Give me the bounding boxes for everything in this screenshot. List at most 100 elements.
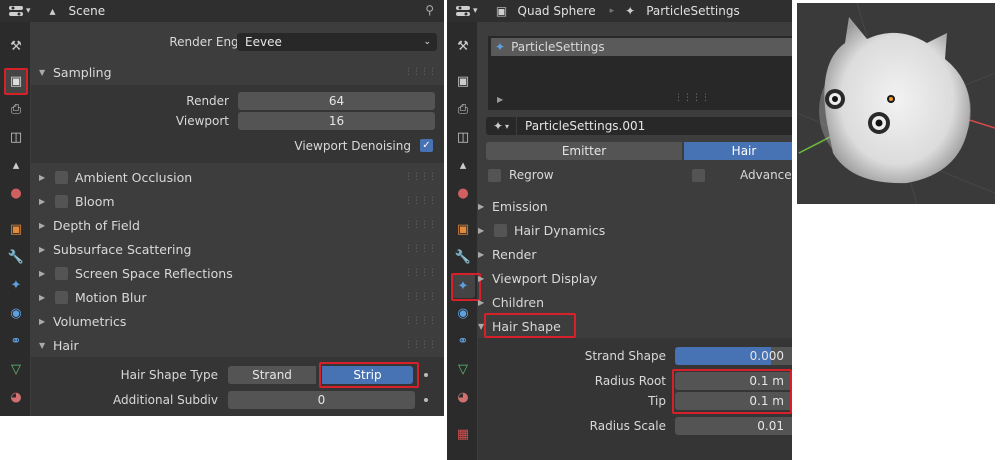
physics-icon: ◉ — [10, 305, 22, 321]
render-samples-field[interactable]: 64 — [238, 92, 435, 110]
ssr-checkbox[interactable] — [55, 266, 68, 280]
browse-particle-settings[interactable]: ✦ ▾ — [486, 117, 516, 135]
tab-scene[interactable]: ▴ — [4, 153, 28, 177]
tab-tool[interactable]: ⚒ — [4, 34, 28, 58]
render-engine-dropdown[interactable]: Eevee ⌄ — [237, 33, 437, 51]
screen-space-reflections-section[interactable]: ▶ Screen Space Reflections ⋮⋮⋮⋮ — [31, 261, 444, 285]
motion-blur-checkbox[interactable] — [55, 290, 68, 304]
drag-handle-icon[interactable]: ⋮⋮⋮⋮ — [404, 292, 437, 302]
viewport-denoising-checkbox[interactable]: ✓ — [420, 139, 433, 152]
expanded-icon: ▼ — [478, 321, 485, 331]
editor-type-selector[interactable]: ▾ — [0, 0, 31, 22]
regrow-checkbox[interactable] — [488, 169, 501, 182]
properties-header: ▾ ▣ Quad Sphere ▸ ✦ ParticleSettings — [447, 0, 792, 22]
context-breadcrumb: ▴ Scene — [45, 4, 106, 18]
hair-dynamics-checkbox[interactable] — [494, 223, 507, 237]
tab-render[interactable]: ▣ — [4, 69, 28, 93]
keyframe-dot-icon[interactable] — [424, 398, 428, 402]
children-section[interactable]: ▶ Children — [470, 290, 792, 314]
emission-section[interactable]: ▶ Emission — [470, 194, 792, 218]
object-icon: ▣ — [9, 221, 23, 237]
hair-shape-strand-option[interactable]: Strand — [228, 366, 316, 384]
drag-handle-icon[interactable]: ⋮⋮⋮⋮ — [404, 340, 437, 350]
tab-material[interactable]: ◕ — [4, 385, 28, 409]
sampling-section-header[interactable]: ▼ Sampling ⋮⋮⋮⋮ — [31, 60, 444, 84]
viewport-display-section[interactable]: ▶ Viewport Display — [470, 266, 792, 290]
hair-section-header[interactable]: ▼ Hair ⋮⋮⋮⋮ — [31, 333, 444, 357]
radius-scale-value: 0.01 — [757, 419, 784, 433]
depth-of-field-section[interactable]: ▶ Depth of Field ⋮⋮⋮⋮ — [31, 213, 444, 237]
keyframe-dot-icon[interactable] — [424, 373, 428, 377]
editor-type-selector[interactable]: ▾ — [447, 0, 478, 22]
tab-object[interactable]: ▣ — [4, 217, 28, 241]
section-label: Viewport Display — [492, 270, 598, 286]
render-section[interactable]: ▶ Render — [470, 242, 792, 266]
render-samples-value: 64 — [328, 94, 345, 108]
editor-type-icon — [9, 6, 23, 16]
advanced-checkbox[interactable] — [692, 169, 705, 182]
drag-handle-icon[interactable]: ⋮⋮⋮⋮ — [404, 67, 437, 77]
tip-radius-field[interactable]: 0.1 m — [675, 392, 792, 410]
tab-data[interactable]: ▽ — [4, 357, 28, 381]
tab-world[interactable]: ● — [4, 181, 28, 205]
tab-data[interactable]: ▽ — [451, 357, 475, 381]
tab-physics[interactable]: ◉ — [4, 301, 28, 325]
drag-handle-icon[interactable]: ⋮⋮⋮⋮ — [404, 220, 437, 230]
expand-list-icon[interactable]: ▶ — [497, 95, 503, 104]
tab-view-layer[interactable]: ◫ — [451, 125, 475, 149]
strand-shape-field[interactable]: 0.000 — [675, 347, 792, 365]
subsurface-scattering-section[interactable]: ▶ Subsurface Scattering ⋮⋮⋮⋮ — [31, 237, 444, 261]
drag-handle-icon[interactable]: ⋮⋮⋮⋮ — [404, 244, 437, 254]
tab-render[interactable]: ▣ — [451, 69, 475, 93]
constraints-icon: ⚭ — [457, 333, 469, 349]
collapsed-icon: ▶ — [39, 292, 46, 302]
resize-handle-icon[interactable]: ⋮⋮⋮⋮ — [674, 93, 710, 103]
render-engine-value: Eevee — [245, 35, 282, 49]
hair-shape-section-header[interactable]: ▼ Hair Shape — [470, 314, 792, 338]
strand-shape-label: Strand Shape — [584, 349, 666, 363]
collapsed-icon: ▶ — [39, 316, 46, 326]
drag-handle-icon[interactable]: ⋮⋮⋮⋮ — [404, 196, 437, 206]
render-engine-label: Render Engine — [169, 35, 257, 49]
tab-modifiers[interactable]: 🔧 — [4, 245, 28, 269]
hair-dynamics-section[interactable]: ▶ Hair Dynamics — [470, 218, 792, 242]
motion-blur-section[interactable]: ▶ Motion Blur ⋮⋮⋮⋮ — [31, 285, 444, 309]
collapsed-icon: ▶ — [478, 225, 485, 235]
section-label: Hair Dynamics — [514, 222, 606, 238]
ambient-occlusion-section[interactable]: ▶ Ambient Occlusion ⋮⋮⋮⋮ — [31, 165, 444, 189]
tab-output[interactable]: ⎙ — [4, 97, 28, 121]
radius-root-value: 0.1 m — [749, 374, 784, 388]
tab-tool[interactable]: ⚒ — [451, 34, 475, 58]
object-icon: ▣ — [456, 221, 470, 237]
tab-constraints[interactable]: ⚭ — [4, 329, 28, 353]
additional-subdiv-field[interactable]: 0 — [228, 391, 415, 409]
tab-view-layer[interactable]: ◫ — [4, 125, 28, 149]
volumetrics-section[interactable]: ▶ Volumetrics ⋮⋮⋮⋮ — [31, 309, 444, 333]
tab-scene[interactable]: ▴ — [451, 153, 475, 177]
section-label: Bloom — [75, 193, 115, 209]
tab-texture[interactable]: ▦ — [451, 422, 475, 446]
list-item[interactable]: ✦ ParticleSettings — [491, 38, 792, 56]
drag-handle-icon[interactable]: ⋮⋮⋮⋮ — [404, 268, 437, 278]
type-emitter-option[interactable]: Emitter — [486, 142, 682, 160]
particle-settings-name-field[interactable]: ParticleSettings.001 — [517, 117, 792, 135]
hair-shape-strip-option[interactable]: Strip — [322, 366, 413, 384]
drag-handle-icon[interactable]: ⋮⋮⋮⋮ — [404, 172, 437, 182]
ambient-occlusion-checkbox[interactable] — [55, 170, 68, 184]
radius-scale-field[interactable]: 0.01 — [675, 417, 792, 435]
bloom-checkbox[interactable] — [55, 194, 68, 208]
collapsed-icon: ▶ — [39, 220, 46, 230]
tab-output[interactable]: ⎙ — [451, 97, 475, 121]
tab-material[interactable]: ◕ — [451, 385, 475, 409]
radius-scale-label: Radius Scale — [589, 419, 666, 433]
drag-handle-icon[interactable]: ⋮⋮⋮⋮ — [404, 316, 437, 326]
tab-particles[interactable]: ✦ — [4, 273, 28, 297]
object-breadcrumb: ▣ Quad Sphere — [494, 4, 596, 18]
expanded-icon: ▼ — [39, 340, 46, 350]
bloom-section[interactable]: ▶ Bloom ⋮⋮⋮⋮ — [31, 189, 444, 213]
pin-icon[interactable]: ⚲ — [425, 3, 434, 17]
type-hair-option[interactable]: Hair — [684, 142, 792, 160]
radius-root-field[interactable]: 0.1 m — [675, 372, 792, 390]
hair-title: Hair — [53, 337, 79, 353]
viewport-samples-field[interactable]: 16 — [238, 112, 435, 130]
